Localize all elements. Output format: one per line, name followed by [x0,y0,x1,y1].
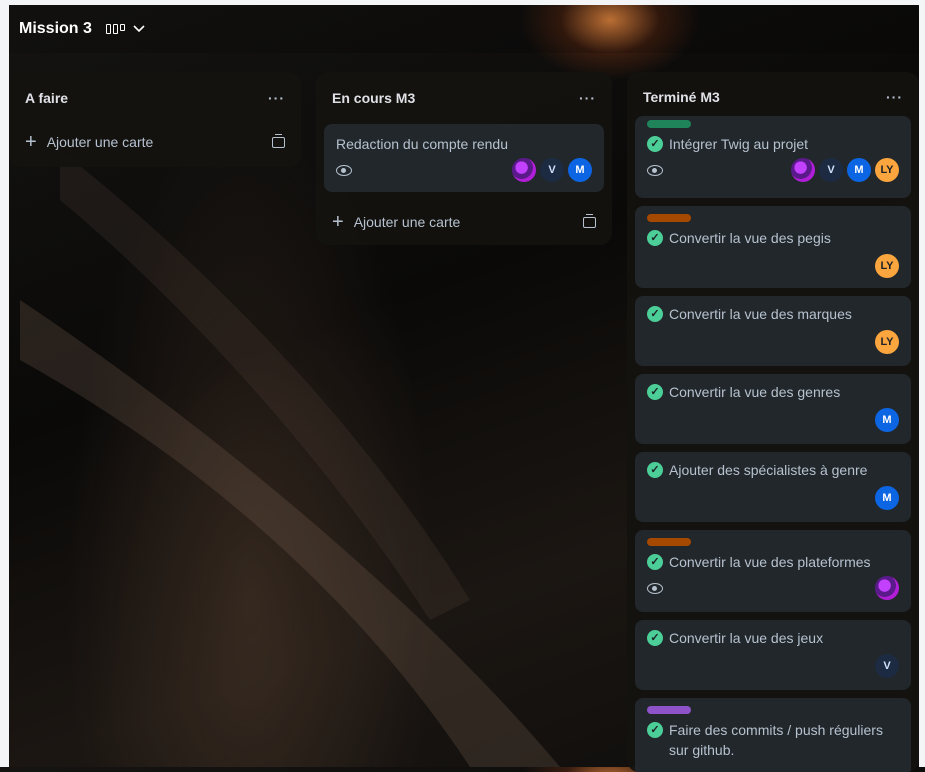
view-switcher[interactable] [105,24,145,34]
avatar[interactable]: V [540,158,564,182]
checkmark-icon: ✓ [647,554,663,570]
card-title: Convertir la vue des marques [669,306,852,322]
board-view-icon [105,24,125,34]
card[interactable]: ✓ Convertir la vue des marques LY [635,296,911,366]
list-menu-button[interactable]: ··· [886,89,903,105]
avatar[interactable]: V [875,654,899,678]
card[interactable]: ✓ Convertir la vue des jeux V [635,620,911,690]
plus-icon: + [332,211,344,233]
add-card-button[interactable]: + Ajouter une carte [324,204,604,240]
watch-icon [647,164,663,176]
avatar[interactable]: V [819,158,843,182]
avatar[interactable]: M [875,408,899,432]
checkmark-icon: ✓ [647,384,663,400]
add-card-label: Ajouter une carte [353,214,461,230]
add-card-label: Ajouter une carte [46,134,154,150]
card-label-orange[interactable] [647,538,691,546]
checkmark-icon: ✓ [647,630,663,646]
list-termine-m3: Terminé M3 ··· ✓ Intégrer Twig au projet … [627,72,919,772]
window-frame-left [0,0,9,767]
card[interactable]: Redaction du compte rendu V M [324,124,604,192]
avatar[interactable] [512,158,536,182]
card[interactable]: ✓ Convertir la vue des genres M [635,374,911,444]
list-menu-button[interactable]: ··· [268,90,285,106]
card[interactable]: ✓ Convertir la vue des plateformes [635,530,911,612]
avatar[interactable]: M [568,158,592,182]
card[interactable]: ✓ Convertir la vue des pegis LY [635,206,911,288]
card-title: Intégrer Twig au projet [669,136,809,152]
avatar[interactable]: LY [875,330,899,354]
card-title: Convertir la vue des plateformes [669,554,871,570]
card-label-green[interactable] [647,120,691,128]
avatar[interactable]: LY [875,158,899,182]
card-title: Ajouter des spécialistes à genre [669,462,868,478]
card[interactable]: ✓ Ajouter des spécialistes à genre M [635,452,911,522]
avatar[interactable] [791,158,815,182]
card-title: Convertir la vue des jeux [669,630,824,646]
watch-icon [336,164,352,176]
plus-icon: + [25,131,37,153]
avatar[interactable]: LY [875,254,899,278]
list-header: Terminé M3 ··· [635,72,911,122]
list-menu-button[interactable]: ··· [579,90,596,106]
card[interactable]: ✓ Faire des commits / push réguliers sur … [635,698,911,772]
checkmark-icon: ✓ [647,462,663,478]
avatar[interactable]: M [847,158,871,182]
card-label-orange[interactable] [647,214,691,222]
board-header: Mission 3 [9,5,919,53]
window-frame-right [919,0,925,767]
list-a-faire: A faire ··· + Ajouter une carte [9,72,301,167]
list-en-cours-m3: En cours M3 ··· Redaction du compte rend… [316,72,612,245]
card-title: Convertir la vue des genres [669,384,841,400]
checkmark-icon: ✓ [647,722,663,738]
chevron-down-icon [133,25,145,33]
list-title[interactable]: A faire [25,90,68,106]
list-header: En cours M3 ··· [324,72,604,124]
list-title[interactable]: Terminé M3 [643,89,720,105]
add-card-button[interactable]: + Ajouter une carte [17,124,293,160]
card[interactable]: ✓ Intégrer Twig au projet V M LY [635,116,911,198]
avatar[interactable] [875,576,899,600]
checkmark-icon: ✓ [647,136,663,152]
card-title: Faire des commits / push réguliers sur g… [669,722,883,758]
card-template-icon[interactable] [272,133,285,148]
card-title: Convertir la vue des pegis [669,230,831,246]
card-title: Redaction du compte rendu [336,136,508,152]
card-template-icon[interactable] [583,213,596,228]
board-title[interactable]: Mission 3 [19,20,92,38]
checkmark-icon: ✓ [647,230,663,246]
watch-icon [647,582,663,594]
avatar[interactable]: M [875,486,899,510]
list-title[interactable]: En cours M3 [332,90,415,106]
card-label-purple[interactable] [647,706,691,714]
checkmark-icon: ✓ [647,306,663,322]
list-header: A faire ··· [17,72,293,124]
